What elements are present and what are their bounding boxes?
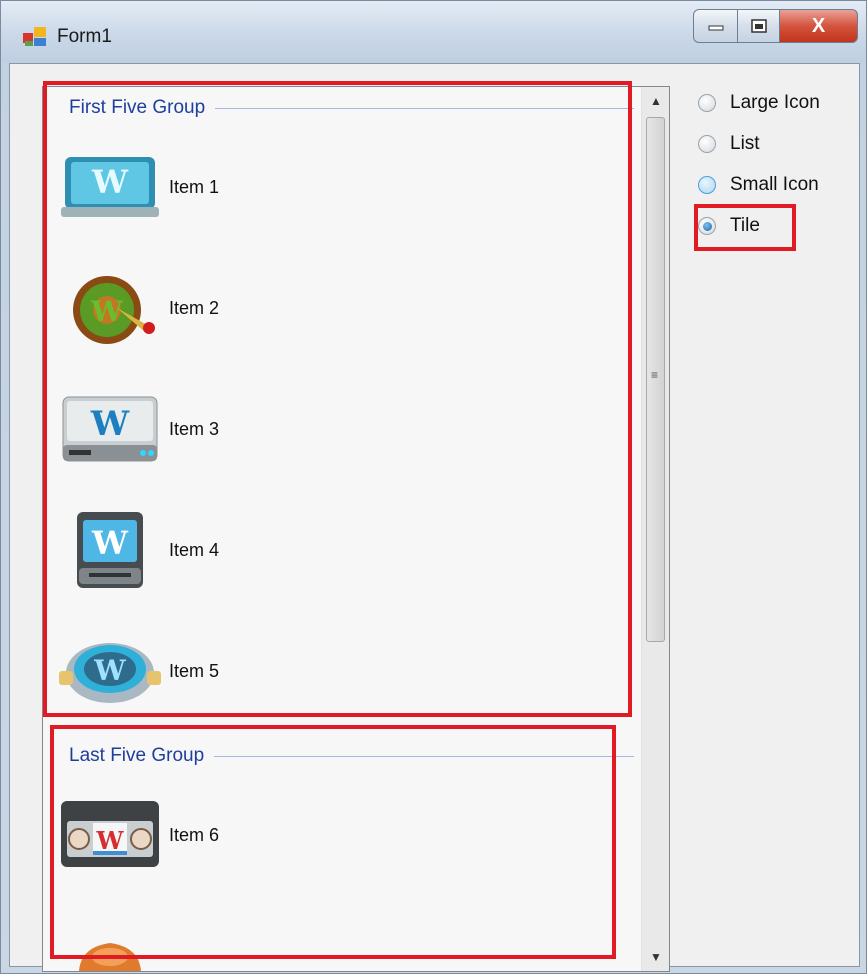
highlight-tile-option xyxy=(694,204,796,251)
scroll-down-button[interactable]: ▼ xyxy=(642,943,670,971)
radio-small-icon[interactable]: Small Icon xyxy=(698,174,819,196)
scroll-thumb[interactable]: ≡ xyxy=(646,117,665,642)
form1-window: Form1 X First Five Group W Item 1 W Item… xyxy=(0,0,867,974)
highlight-last-five-group xyxy=(50,725,616,959)
close-button[interactable]: X xyxy=(780,9,858,43)
minimize-button[interactable] xyxy=(693,9,738,43)
maximize-icon xyxy=(750,19,767,33)
radio-indicator[interactable] xyxy=(698,135,716,153)
radio-indicator[interactable] xyxy=(698,176,716,194)
radio-label: Small Icon xyxy=(730,174,819,195)
radio-large-icon[interactable]: Large Icon xyxy=(698,92,820,114)
form-app-icon xyxy=(23,27,46,46)
radio-list[interactable]: List xyxy=(698,133,760,155)
vertical-scrollbar[interactable]: ▲ ≡ ▼ xyxy=(641,87,669,971)
scroll-up-button[interactable]: ▲ xyxy=(642,87,670,115)
radio-label: List xyxy=(730,133,760,154)
caption-buttons: X xyxy=(693,9,858,43)
radio-indicator[interactable] xyxy=(698,94,716,112)
window-title: Form1 xyxy=(57,26,112,47)
scroll-grip-icon: ≡ xyxy=(651,368,659,382)
close-icon: X xyxy=(811,14,826,37)
title-bar[interactable]: Form1 X xyxy=(1,1,866,63)
highlight-first-five-group xyxy=(43,81,632,717)
maximize-button[interactable] xyxy=(738,9,780,43)
minimize-icon xyxy=(708,25,723,31)
radio-label: Large Icon xyxy=(730,92,820,113)
